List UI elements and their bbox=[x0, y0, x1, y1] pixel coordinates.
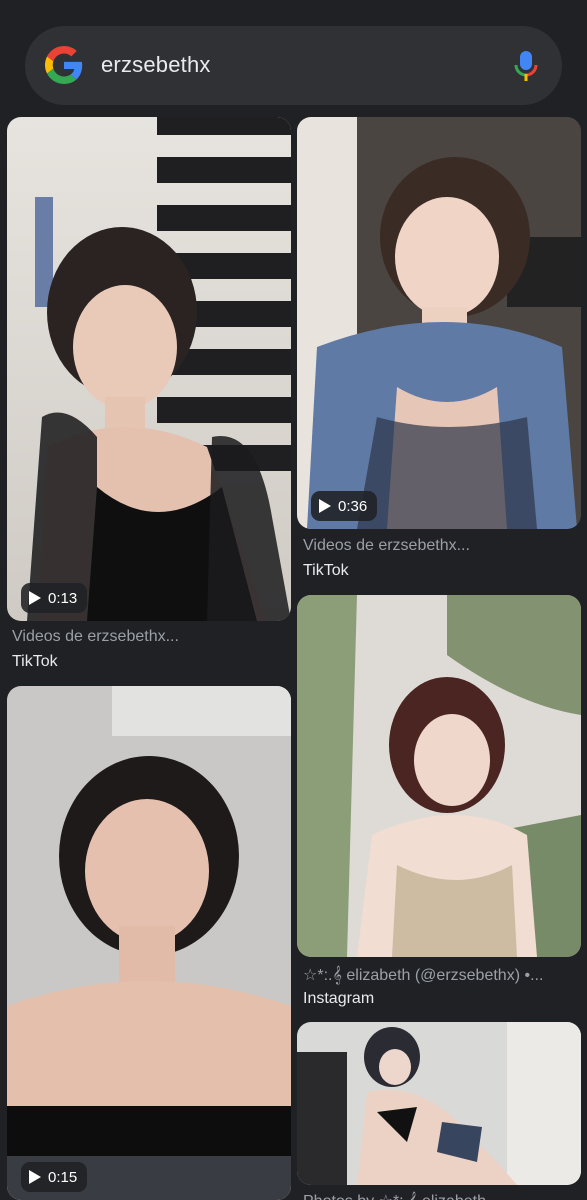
video-duration-badge: 0:36 bbox=[311, 491, 378, 521]
result-thumbnail-5[interactable] bbox=[297, 1022, 581, 1185]
play-icon bbox=[29, 1170, 41, 1184]
result-thumbnail-2[interactable]: 0:36 bbox=[297, 117, 581, 529]
result-source-2[interactable]: TikTok bbox=[303, 562, 349, 580]
result-thumbnail-3[interactable]: 0:15 bbox=[7, 686, 291, 1200]
result-thumbnail-1[interactable]: 0:13 bbox=[7, 117, 291, 621]
result-photo-5 bbox=[297, 1022, 581, 1185]
google-g-icon[interactable] bbox=[45, 46, 83, 84]
result-caption-2[interactable]: Videos de erzsebethx... bbox=[303, 537, 578, 555]
video-duration-badge: 0:13 bbox=[21, 583, 88, 613]
search-bar[interactable]: erzsebethx bbox=[25, 26, 562, 105]
result-source-4[interactable]: Instagram bbox=[303, 990, 374, 1008]
duration-text: 0:36 bbox=[338, 497, 368, 515]
video-duration-badge: 0:15 bbox=[21, 1162, 88, 1192]
duration-text: 0:13 bbox=[48, 589, 78, 607]
result-photo-3 bbox=[7, 686, 291, 1200]
result-caption-5[interactable]: Photos by ☆*:.𝄞 elizabeth bbox=[303, 1191, 578, 1200]
result-source-1[interactable]: TikTok bbox=[12, 653, 58, 671]
result-thumbnail-4[interactable] bbox=[297, 595, 581, 957]
play-icon bbox=[29, 591, 41, 605]
microphone-icon[interactable] bbox=[514, 50, 538, 82]
result-photo-2 bbox=[297, 117, 581, 529]
result-caption-4[interactable]: ☆*:.𝄞 elizabeth (@erzsebethx) •... bbox=[303, 965, 578, 985]
result-photo-4 bbox=[297, 595, 581, 957]
play-icon bbox=[319, 499, 331, 513]
duration-text: 0:15 bbox=[48, 1168, 78, 1186]
result-caption-1[interactable]: Videos de erzsebethx... bbox=[12, 628, 287, 646]
result-photo-1 bbox=[7, 117, 291, 621]
search-input[interactable]: erzsebethx bbox=[101, 51, 211, 79]
